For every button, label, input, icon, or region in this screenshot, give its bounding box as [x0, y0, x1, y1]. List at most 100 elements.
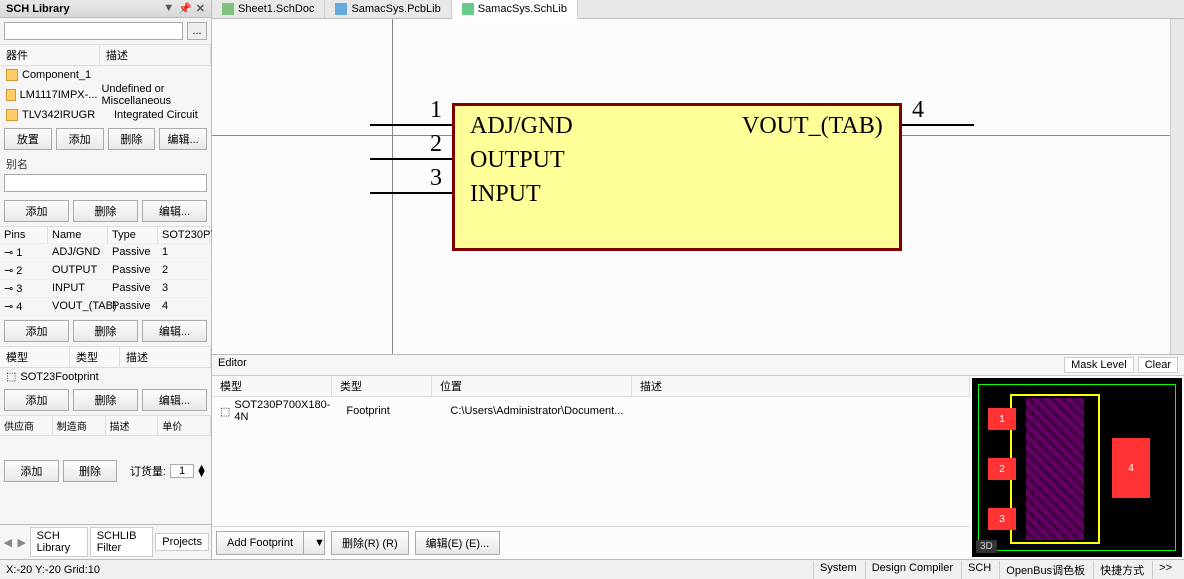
- component-icon: [6, 89, 16, 101]
- status-bar: X:-20 Y:-20 Grid:10 System Design Compil…: [0, 559, 1184, 579]
- table-row[interactable]: ⊸ 1ADJ/GNDPassive1: [0, 244, 211, 262]
- footprint-preview[interactable]: 1 2 3 4 3D: [972, 378, 1182, 557]
- alias-label: 别名: [0, 154, 211, 174]
- status-openbus[interactable]: OpenBus调色板: [999, 561, 1091, 579]
- delete-button[interactable]: 删除: [63, 460, 118, 482]
- status-shortcuts[interactable]: 快捷方式: [1093, 561, 1150, 579]
- edit-button[interactable]: 编辑...: [142, 200, 207, 222]
- table-row[interactable]: ⊸ 3INPUTPassive3: [0, 280, 211, 298]
- schdoc-icon: [222, 3, 234, 15]
- edit-button[interactable]: 编辑...: [159, 128, 207, 150]
- col-type[interactable]: Type: [108, 227, 158, 244]
- scroll-left-icon[interactable]: ◀: [2, 536, 14, 549]
- tab-sch-library[interactable]: SCH Library: [30, 527, 88, 557]
- add-button[interactable]: 添加: [56, 128, 104, 150]
- col-price[interactable]: 单价: [158, 416, 211, 435]
- clear-button[interactable]: Clear: [1138, 357, 1178, 373]
- add-footprint-button[interactable]: Add Footprint: [216, 531, 304, 555]
- delete-footprint-button[interactable]: 删除(R) (R): [331, 531, 409, 555]
- pad: 3: [988, 508, 1016, 530]
- col-model[interactable]: 模型: [0, 347, 70, 367]
- tab-projects[interactable]: Projects: [155, 533, 209, 551]
- delete-button[interactable]: 删除: [73, 389, 138, 411]
- status-system[interactable]: System: [813, 561, 863, 579]
- status-sch[interactable]: SCH: [961, 561, 997, 579]
- table-row[interactable]: ⊸ 2OUTPUTPassive2: [0, 262, 211, 280]
- pin-number: 1: [430, 97, 442, 124]
- status-more[interactable]: >>: [1152, 561, 1178, 579]
- col-component[interactable]: 器件: [0, 45, 100, 65]
- list-item[interactable]: LM1117IMPX-...Undefined or Miscellaneous: [0, 82, 211, 108]
- pins-table: Pins Name Type SOT230P7... ⊸ 1ADJ/GNDPas…: [0, 226, 211, 316]
- vertical-scrollbar[interactable]: [1170, 19, 1184, 354]
- col-type[interactable]: 类型: [70, 347, 120, 367]
- order-qty-label: 订货量:: [121, 460, 166, 482]
- pin-number: 4: [912, 97, 924, 124]
- delete-button[interactable]: 删除: [108, 128, 156, 150]
- col-type[interactable]: 类型: [332, 376, 432, 396]
- col-location[interactable]: 位置: [432, 376, 632, 396]
- add-footprint-dropdown[interactable]: ▼: [304, 531, 325, 555]
- component-icon: [6, 69, 18, 81]
- scroll-right-icon[interactable]: ▶: [16, 536, 28, 549]
- pin-number: 2: [430, 131, 442, 158]
- delete-button[interactable]: 删除: [73, 200, 138, 222]
- add-button[interactable]: 添加: [4, 389, 69, 411]
- editor-title: Editor: [218, 357, 247, 373]
- component-icon: [6, 109, 18, 121]
- footprint-row[interactable]: ⬚ SOT230P700X180-4N Footprint C:\Users\A…: [212, 397, 970, 425]
- edit-footprint-button[interactable]: 编辑(E) (E)...: [415, 531, 501, 555]
- col-name[interactable]: Name: [48, 227, 108, 244]
- component-list: Component_1 LM1117IMPX-...Undefined or M…: [0, 66, 211, 124]
- col-model[interactable]: 模型: [212, 376, 332, 396]
- pad: 1: [988, 408, 1016, 430]
- search-input[interactable]: [4, 22, 183, 40]
- content-area: Sheet1.SchDoc SamacSys.PcbLib SamacSys.S…: [212, 0, 1184, 559]
- sch-library-panel: SCH Library ▼ 📌 ✕ ... 器件 描述 Component_1 …: [0, 0, 212, 559]
- model-row[interactable]: ⬚ SOT23Footprint: [0, 368, 211, 385]
- pin-label: VOUT_(TAB): [742, 113, 883, 140]
- mask-level-button[interactable]: Mask Level: [1064, 357, 1134, 373]
- pin-label: INPUT: [470, 181, 541, 208]
- status-design-compiler[interactable]: Design Compiler: [865, 561, 959, 579]
- editor-panel: Editor Mask Level Clear 模型 类型 位置 描述 ⬚: [212, 354, 1184, 559]
- pcblib-icon: [335, 3, 347, 15]
- list-item[interactable]: Component_1: [0, 68, 211, 82]
- col-manufacturer[interactable]: 制造商: [53, 416, 106, 435]
- table-row[interactable]: ⊸ 4VOUT_(TAB)Passive4: [0, 298, 211, 316]
- pin-label: ADJ/GND: [470, 113, 573, 140]
- panel-title: SCH Library: [6, 3, 70, 15]
- footprint-icon: ⬚: [220, 405, 230, 418]
- pin-icon[interactable]: 📌: [178, 2, 192, 15]
- edit-button[interactable]: 编辑...: [142, 320, 207, 342]
- document-tabs: Sheet1.SchDoc SamacSys.PcbLib SamacSys.S…: [212, 0, 1184, 19]
- col-desc[interactable]: 描述: [120, 347, 211, 367]
- col-supplier[interactable]: 供应商: [0, 416, 53, 435]
- edit-button[interactable]: 编辑...: [142, 389, 207, 411]
- coordinates-text: X:-20 Y:-20 Grid:10: [6, 564, 100, 576]
- close-icon[interactable]: ✕: [196, 2, 205, 15]
- pad: 4: [1112, 438, 1150, 498]
- tab-schlib-filter[interactable]: SCHLIB Filter: [90, 527, 154, 557]
- tab-pcblib[interactable]: SamacSys.PcbLib: [325, 0, 451, 18]
- tab-schlib[interactable]: SamacSys.SchLib: [452, 0, 578, 19]
- browse-button[interactable]: ...: [187, 22, 207, 40]
- 3d-toggle[interactable]: 3D: [976, 540, 997, 553]
- add-button[interactable]: 添加: [4, 460, 59, 482]
- panel-header: SCH Library ▼ 📌 ✕: [0, 0, 211, 18]
- col-footprint[interactable]: SOT230P7...: [158, 227, 210, 244]
- place-button[interactable]: 放置: [4, 128, 52, 150]
- order-qty-spinner[interactable]: ▲▼: [170, 460, 207, 482]
- col-pins[interactable]: Pins: [0, 227, 48, 244]
- add-button[interactable]: 添加: [4, 320, 69, 342]
- tab-sheet1[interactable]: Sheet1.SchDoc: [212, 0, 325, 18]
- col-description[interactable]: 描述: [100, 45, 211, 65]
- alias-input[interactable]: [4, 174, 207, 192]
- dropdown-icon[interactable]: ▼: [163, 2, 174, 15]
- add-button[interactable]: 添加: [4, 200, 69, 222]
- col-desc[interactable]: 描述: [106, 416, 159, 435]
- list-item[interactable]: TLV342IRUGRIntegrated Circuit: [0, 108, 211, 122]
- delete-button[interactable]: 删除: [73, 320, 138, 342]
- col-description[interactable]: 描述: [632, 376, 970, 396]
- schematic-canvas[interactable]: 1 2 3 4 ADJ/GND OUTPUT INPUT VOUT_(TAB): [212, 19, 1170, 354]
